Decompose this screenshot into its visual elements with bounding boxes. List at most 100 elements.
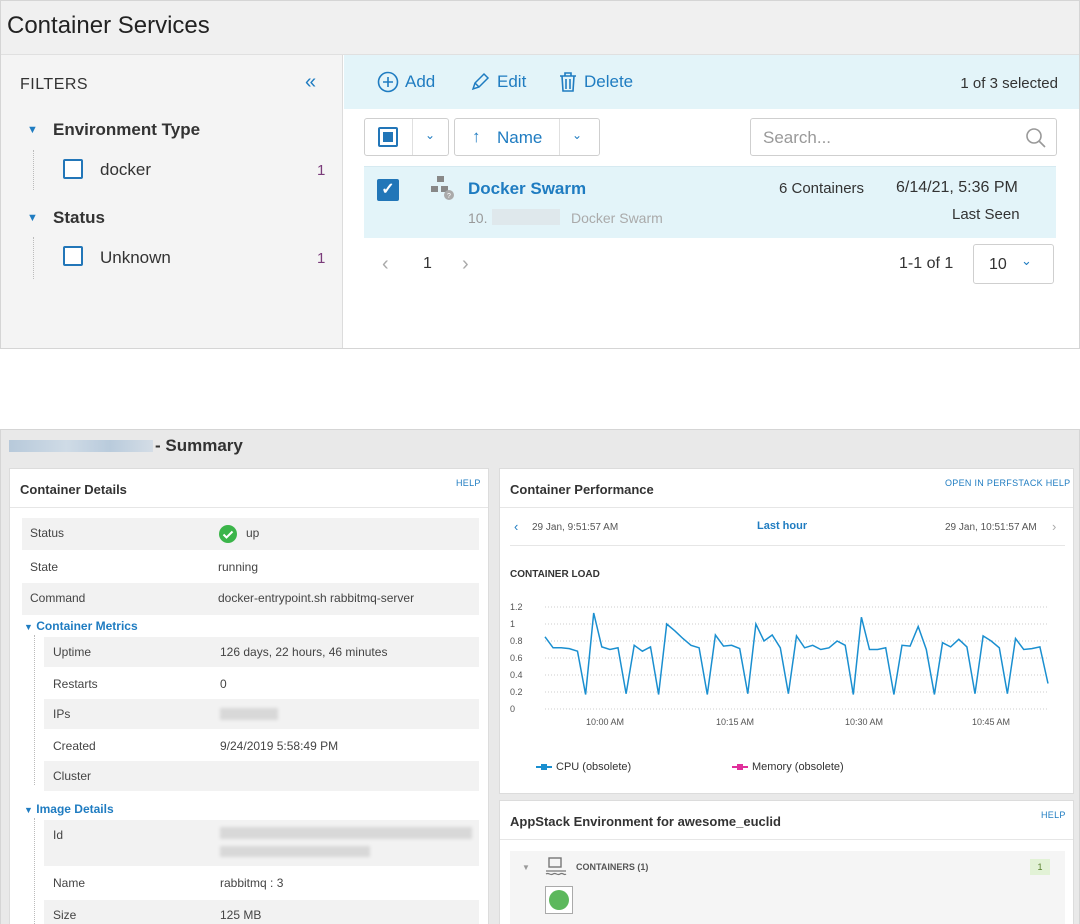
metric-row-ips: IPs <box>44 699 479 729</box>
delete-label: Delete <box>584 72 634 91</box>
summary-panel: - Summary Container Details HELP Status … <box>0 429 1080 924</box>
section-container-metrics[interactable]: ▼ Container Metrics <box>24 619 138 633</box>
legend-cpu-swatch <box>536 764 552 770</box>
add-button[interactable]: Add <box>377 71 435 93</box>
range-start: 29 Jan, 9:51:57 AM <box>532 522 619 533</box>
metric-row-restarts: Restarts 0 <box>53 677 227 691</box>
card-title: Container Details <box>20 482 127 497</box>
y-tick-label: 0.8 <box>510 636 523 646</box>
status-dot <box>549 890 569 910</box>
filter-count-docker: 1 <box>317 162 326 179</box>
container-services-panel: Container Services FILTERS « ▼ Environme… <box>0 0 1080 349</box>
toolbar: Add Edit Delete 1 of 3 selected <box>344 55 1079 109</box>
redacted-image-id <box>220 827 472 839</box>
status-up-icon <box>219 525 237 543</box>
y-tick-label: 1.2 <box>510 602 523 612</box>
container-performance-card: Container Performance OPEN IN PERFSTACK … <box>499 468 1074 794</box>
image-row-id: Id <box>44 820 479 866</box>
add-label: Add <box>405 72 436 91</box>
legend-memory-swatch <box>732 764 748 770</box>
list-item[interactable]: ✓ ? Docker Swarm 10. Docker Swarm 6 Cont… <box>364 166 1056 238</box>
range-label[interactable]: Last hour <box>757 520 807 532</box>
caret-down-icon[interactable]: ▼ <box>27 212 38 224</box>
filter-group-environment-type[interactable]: Environment Type <box>53 120 200 140</box>
legend-memory[interactable]: Memory (obsolete) <box>732 761 844 773</box>
container-tile[interactable] <box>545 886 573 914</box>
redacted-ip <box>492 209 560 225</box>
chevron-down-icon[interactable]: ⌄ <box>425 128 435 142</box>
metric-row-cluster: Cluster <box>44 761 479 791</box>
image-row-name: Name rabbitmq : 3 <box>53 876 284 890</box>
redacted-ips <box>220 708 278 720</box>
svg-text:?: ? <box>447 193 451 200</box>
pager-prev[interactable]: ‹ <box>382 253 389 276</box>
filter-checkbox-docker[interactable] <box>63 159 83 179</box>
metric-row-uptime: Uptime 126 days, 22 hours, 46 minutes <box>44 637 479 667</box>
detail-row-state: State running <box>30 560 259 574</box>
image-row-size: Size 125 MB <box>44 900 479 924</box>
redacted-container-name <box>9 440 153 452</box>
select-all-checkbox[interactable] <box>378 127 398 147</box>
sort-label: Name <box>497 128 543 147</box>
x-tick-label: 10:30 AM <box>845 717 883 727</box>
row-container-count: 6 Containers <box>779 180 865 197</box>
row-last-seen: Last Seen <box>952 206 1020 223</box>
select-all-control[interactable]: ⌄ <box>364 118 449 156</box>
row-name-link[interactable]: Docker Swarm <box>468 179 586 199</box>
range-end: 29 Jan, 10:51:57 AM <box>945 522 1037 533</box>
delete-button[interactable]: Delete <box>558 71 633 93</box>
summary-title: - Summary <box>155 436 243 455</box>
filter-count-unknown: 1 <box>317 250 326 267</box>
chevron-left-icon[interactable]: ‹ <box>514 519 518 534</box>
row-type: Docker Swarm <box>571 210 663 226</box>
x-tick-label: 10:45 AM <box>972 717 1010 727</box>
page-header: Container Services <box>1 1 1079 55</box>
tree-line <box>33 150 34 190</box>
edit-button[interactable]: Edit <box>469 71 526 93</box>
filter-checkbox-unknown[interactable] <box>63 246 83 266</box>
per-page-select[interactable]: 10 ⌄ <box>973 244 1054 284</box>
filters-sidebar: FILTERS « ▼ Environment Type docker 1 ▼ … <box>1 55 343 348</box>
help-link[interactable]: HELP <box>1041 810 1066 820</box>
chevron-right-icon[interactable]: › <box>1052 519 1056 534</box>
caret-down-icon[interactable]: ▼ <box>27 124 38 136</box>
help-link[interactable]: HELP <box>456 478 481 488</box>
sort-control[interactable]: ↑ Name ⌄ <box>454 118 600 156</box>
container-stack-icon <box>545 857 567 876</box>
containers-count-badge: 1 <box>1030 859 1050 875</box>
card-title: AppStack Environment for awesome_euclid <box>510 814 781 829</box>
pager-next[interactable]: › <box>462 253 469 276</box>
filter-group-status[interactable]: Status <box>53 208 105 228</box>
page-title: Container Services <box>7 12 210 39</box>
container-details-card: Container Details HELP Status up State r… <box>9 468 489 924</box>
cluster-icon: ? <box>431 176 454 200</box>
tree-line <box>33 237 34 279</box>
list-main: Add Edit Delete 1 of 3 selected ⌄ ↑ Name <box>344 55 1079 348</box>
y-tick-label: 0.4 <box>510 670 523 680</box>
caret-down-icon[interactable]: ▼ <box>522 863 530 872</box>
perfstack-help-links[interactable]: OPEN IN PERFSTACK HELP <box>945 478 1070 488</box>
legend-cpu[interactable]: CPU (obsolete) <box>536 761 631 773</box>
row-checkbox[interactable]: ✓ <box>377 179 399 201</box>
detail-row-status: Status up <box>22 518 479 550</box>
detail-row-command: Command docker-entrypoint.sh rabbitmq-se… <box>22 583 479 615</box>
card-title: Container Performance <box>510 482 654 497</box>
pencil-icon <box>471 72 490 91</box>
per-page-value: 10 <box>989 256 1007 273</box>
metric-row-created: Created 9/24/2019 5:58:49 PM <box>53 739 339 753</box>
arrow-up-icon: ↑ <box>472 127 481 146</box>
collapse-filters-icon[interactable]: « <box>305 71 316 94</box>
pager-page[interactable]: 1 <box>423 255 432 273</box>
search-input[interactable] <box>763 128 1013 148</box>
search-box[interactable] <box>750 118 1057 156</box>
y-tick-label: 0 <box>510 704 515 714</box>
containers-group: ▼ CONTAINERS (1) 1 <box>510 851 1065 924</box>
chart-title: CONTAINER LOAD <box>510 569 600 580</box>
x-tick-label: 10:15 AM <box>716 717 754 727</box>
containers-label: CONTAINERS (1) <box>576 862 649 872</box>
section-image-details[interactable]: ▼ Image Details <box>24 802 114 816</box>
search-icon[interactable] <box>1025 127 1047 149</box>
y-tick-label: 0.2 <box>510 687 523 697</box>
row-date: 6/14/21, 5:36 PM <box>896 179 1018 196</box>
chevron-down-icon[interactable]: ⌄ <box>572 128 582 142</box>
